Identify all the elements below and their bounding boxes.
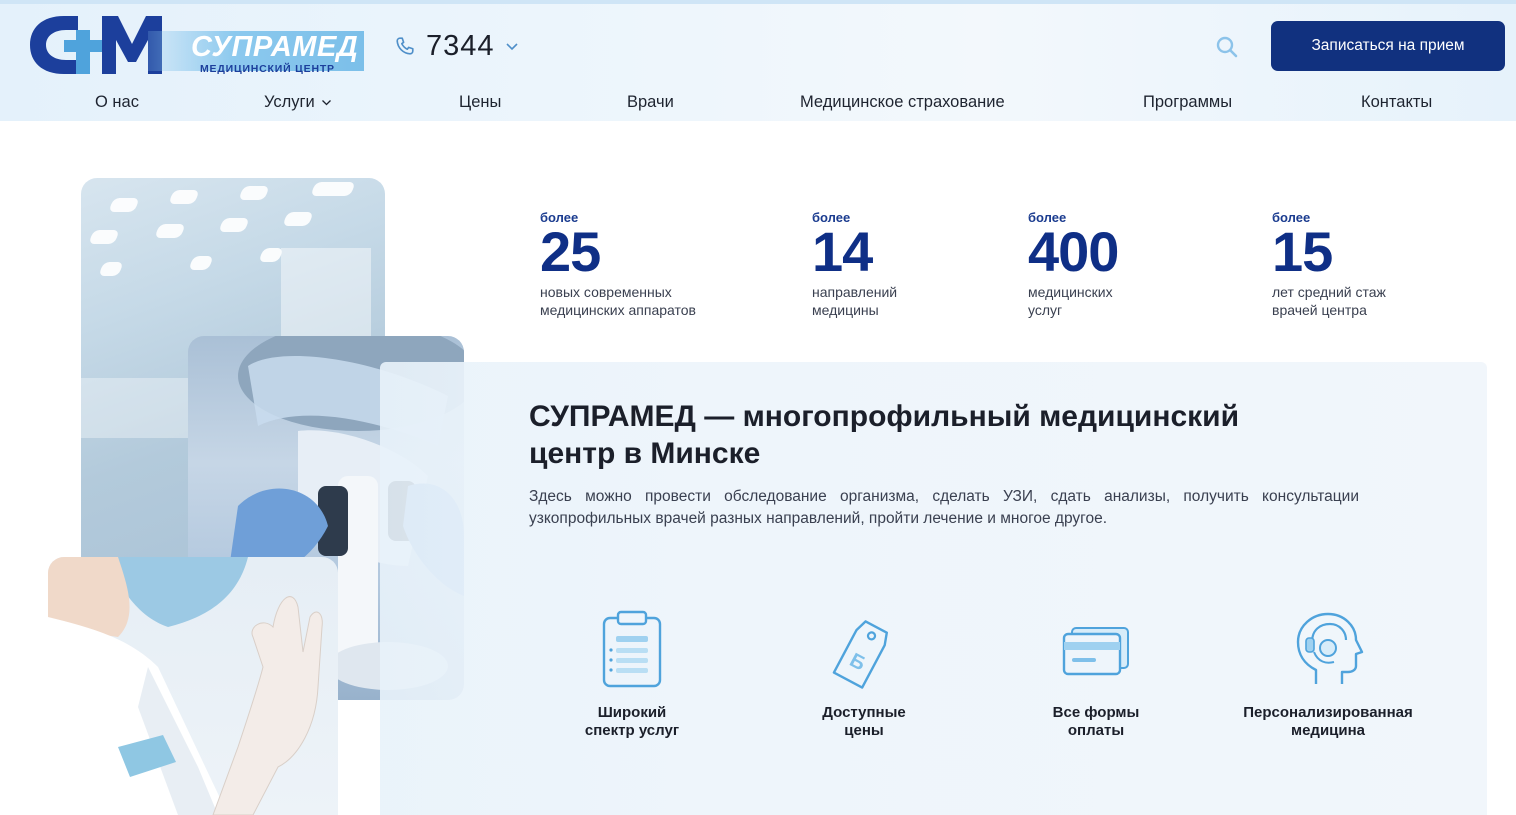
feature-prices: Б Доступные цены <box>764 610 964 740</box>
stat-description: лет средний стаж врачей центра <box>1272 284 1386 318</box>
credit-card-icon <box>1062 627 1129 676</box>
feature-services: Широкий спектр услуг <box>532 610 732 740</box>
nav-item-insurance[interactable]: Медицинское страхование <box>800 93 1005 112</box>
feature-label: Персонализированная медицина <box>1243 704 1413 739</box>
logo-mark-icon <box>30 16 162 74</box>
about-headline: СУПРАМЕД — многопрофильный медицинский ц… <box>529 400 1240 470</box>
phone-selector[interactable]: 7344 <box>394 28 519 64</box>
stat-description: медицинских услуг <box>1028 284 1113 318</box>
chevron-down-icon[interactable] <box>505 39 519 53</box>
search-icon[interactable] <box>1214 34 1240 60</box>
nav-item-about[interactable]: О нас <box>95 93 139 112</box>
book-appointment-button[interactable]: Записаться на прием <box>1271 21 1505 71</box>
nav-item-contacts[interactable]: Контакты <box>1361 93 1432 112</box>
stat-experience: более 15 лет средний стаж врачей центра <box>1272 210 1386 319</box>
stat-description: направлений медицины <box>812 284 898 318</box>
nav-item-doctors[interactable]: Врачи <box>627 93 674 112</box>
feature-label: Широкий спектр услуг <box>584 704 680 739</box>
feature-personalized: Персонализированная медицина <box>1228 610 1428 740</box>
clipboard-icon <box>602 610 662 688</box>
stat-value: 400 <box>1028 220 1119 283</box>
head-headset-icon <box>1296 612 1364 684</box>
about-text: Здесь можно провести обследование органи… <box>529 488 1359 527</box>
site-header: СУПРАМЕД МЕДИЦИНСКИЙ ЦЕНТР 7344 Записать… <box>0 0 1516 121</box>
logo[interactable]: СУПРАМЕД МЕДИЦИНСКИЙ ЦЕНТР <box>28 14 364 76</box>
nav-item-label: Цены <box>459 93 502 111</box>
chevron-down-icon <box>321 100 331 106</box>
nav-item-label: Услуги <box>264 93 315 111</box>
nav-item-label: О нас <box>95 93 139 111</box>
stat-value: 15 <box>1272 220 1333 283</box>
nav-item-label: Контакты <box>1361 93 1433 111</box>
stat-description: новых современных медицинских аппаратов <box>540 284 696 318</box>
stat-devices: более 25 новых современных медицинских а… <box>540 210 696 319</box>
feature-payment: Все формы оплаты <box>996 610 1196 740</box>
nav-item-services[interactable]: Услуги <box>264 93 332 112</box>
nav-item-label: Программы <box>1143 93 1233 111</box>
nav-item-label: Врачи <box>627 93 674 111</box>
doctor-gloves-photo <box>48 557 338 815</box>
stat-services: более 400 медицинских услуг <box>1028 210 1119 319</box>
phone-icon <box>396 37 414 55</box>
nav-item-programs[interactable]: Программы <box>1143 93 1232 112</box>
stat-value: 25 <box>540 220 601 283</box>
feature-label: Все формы оплаты <box>1052 704 1140 739</box>
doctor-illustration <box>48 557 323 815</box>
nav-item-prices[interactable]: Цены <box>459 93 501 112</box>
nav-item-label: Медицинское страхование <box>800 93 1005 111</box>
feature-label: Доступные цены <box>822 704 906 739</box>
logo-wordmark: СУПРАМЕД <box>191 31 359 63</box>
price-tag-icon: Б <box>832 620 889 689</box>
stat-value: 14 <box>812 220 873 283</box>
phone-number[interactable]: 7344 <box>426 30 495 63</box>
logo-subtitle: МЕДИЦИНСКИЙ ЦЕНТР <box>200 63 335 75</box>
stat-directions: более 14 направлений медицины <box>812 210 897 319</box>
main-navigation: О нас Услуги Цены Врачи Медицинское стра… <box>0 84 1516 124</box>
